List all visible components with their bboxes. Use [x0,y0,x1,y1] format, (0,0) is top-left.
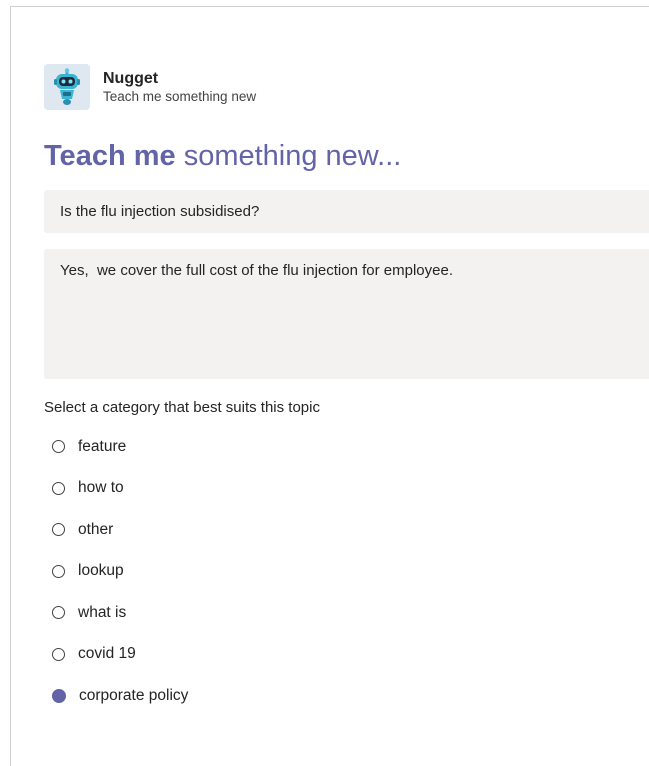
radio-unchecked-icon[interactable] [52,606,65,620]
category-radio-group: feature how to other lookup what is covi… [44,426,188,717]
radio-unchecked-icon[interactable] [52,647,65,661]
page-title-rest: something new... [175,140,402,172]
category-option-other[interactable]: other [44,509,188,551]
radio-unchecked-icon[interactable] [52,564,65,578]
category-option-label: corporate policy [79,686,189,704]
category-option-how-to[interactable]: how to [44,468,188,510]
category-option-label: other [78,520,114,538]
radio-unchecked-icon[interactable] [52,523,65,537]
bot-info: Nugget Teach me something new [103,64,256,106]
category-option-label: lookup [78,562,124,580]
page-title-bold: Teach me [44,140,176,172]
bot-subtitle: Teach me something new [103,89,257,104]
answer-textarea[interactable]: Yes, we cover the full cost of the flu i… [44,249,649,379]
category-prompt: Select a category that best suits this t… [44,399,320,416]
page-title: Teach me something new... [44,136,401,176]
radio-checked-icon[interactable] [52,688,66,703]
question-input[interactable]: Is the flu injection subsidised? [44,190,649,233]
category-option-label: what is [78,603,127,621]
bot-name: Nugget [103,70,159,87]
category-option-corporate-policy[interactable]: corporate policy [44,675,188,717]
category-option-label: feature [78,437,127,455]
category-option-what-is[interactable]: what is [44,592,188,634]
bot-header: Nugget Teach me something new [44,64,256,112]
radio-unchecked-icon[interactable] [52,440,65,454]
category-option-lookup[interactable]: lookup [44,551,188,593]
category-option-label: covid 19 [78,645,136,663]
category-option-label: how to [78,479,124,497]
bot-avatar-icon [44,64,90,110]
category-option-feature[interactable]: feature [44,426,188,468]
radio-unchecked-icon[interactable] [52,481,65,495]
category-option-covid-19[interactable]: covid 19 [44,634,188,676]
